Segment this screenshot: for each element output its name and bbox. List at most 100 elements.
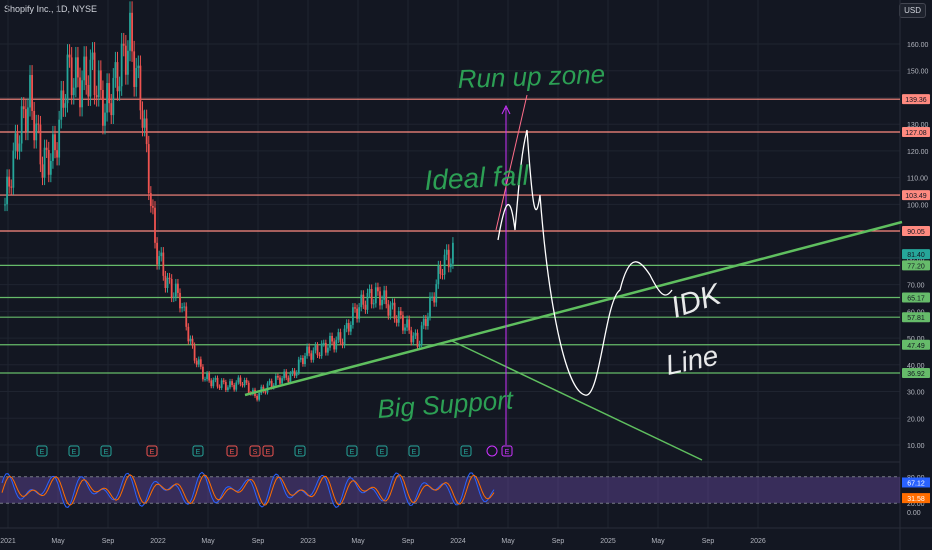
- candle-body: [270, 380, 273, 388]
- candle-body: [72, 87, 75, 96]
- candle-body: [285, 371, 288, 378]
- candle-body: [91, 52, 94, 60]
- candle-body: [220, 380, 223, 388]
- candle-body: [191, 338, 194, 346]
- y-tick-label: 10.00: [907, 443, 925, 450]
- candle-body: [118, 86, 121, 92]
- candle-body: [281, 378, 283, 384]
- candle-body: [410, 330, 413, 343]
- candle-body: [324, 342, 327, 353]
- candle-body: [70, 57, 73, 96]
- candle-body: [356, 308, 358, 319]
- candle-body: [112, 77, 115, 116]
- x-tick-label: 2026: [750, 538, 766, 545]
- candle-body: [174, 283, 177, 297]
- candle-body: [366, 293, 369, 310]
- candle-body: [106, 83, 108, 113]
- earnings-marker-label: E: [266, 449, 271, 456]
- candle-body: [60, 90, 63, 120]
- candle-body: [77, 57, 79, 78]
- candle-body: [45, 147, 48, 150]
- x-tick-label: Sep: [102, 538, 115, 545]
- candle-body: [364, 304, 367, 310]
- candle-body: [362, 294, 365, 305]
- stoch-k-value: 67.12: [907, 480, 925, 487]
- level-price-label: 103.49: [905, 193, 927, 200]
- candle-body: [37, 123, 40, 125]
- candle-body: [210, 380, 213, 387]
- candle-body: [81, 80, 83, 108]
- candle-body: [139, 65, 142, 111]
- candle-body: [218, 386, 221, 388]
- y-tick-label: 150.00: [907, 69, 929, 76]
- candle-body: [56, 150, 58, 158]
- candle-body: [41, 164, 44, 178]
- candle-body: [335, 339, 338, 350]
- earnings-marker-label: E: [196, 449, 201, 456]
- candle-body: [99, 70, 102, 90]
- price-chart[interactable]: 10.0020.0030.0040.0050.0060.0070.0080.00…: [0, 0, 932, 550]
- candle-body: [283, 371, 286, 379]
- candle-body: [393, 302, 396, 319]
- x-tick-label: Sep: [552, 538, 565, 545]
- level-price-label: 47.49: [907, 343, 925, 350]
- x-tick-label: 2022: [150, 538, 166, 545]
- candle-body: [297, 359, 300, 373]
- candle-body: [197, 359, 200, 365]
- candle-body: [449, 263, 452, 268]
- candle-body: [406, 319, 408, 328]
- candle-body: [308, 346, 311, 354]
- level-price-label: 65.17: [907, 296, 925, 303]
- candle-body: [245, 380, 248, 383]
- candle-body: [420, 325, 423, 344]
- candle-body: [279, 377, 281, 384]
- y-tick-label: 30.00: [907, 390, 925, 397]
- candle-body: [154, 207, 156, 243]
- candle-body: [108, 83, 111, 104]
- candle-body: [12, 150, 15, 188]
- candle-body: [316, 345, 319, 356]
- candle-body: [418, 343, 421, 347]
- candle-body: [268, 380, 271, 384]
- candle-body: [399, 311, 402, 316]
- candle-body: [310, 353, 313, 360]
- candle-body: [141, 110, 144, 128]
- candle-body: [241, 384, 244, 386]
- support-trendline: [244, 220, 903, 397]
- candle-body: [185, 306, 188, 327]
- earnings-marker-label: E: [72, 449, 77, 456]
- candle-body: [145, 118, 148, 145]
- candle-body: [277, 376, 279, 378]
- candle-body: [193, 345, 196, 361]
- candle-body: [341, 341, 344, 346]
- candle-body: [439, 265, 442, 274]
- candle-body: [435, 284, 438, 303]
- earnings-marker-label: E: [150, 449, 155, 456]
- candle-body: [66, 54, 69, 104]
- candle-body: [54, 134, 56, 151]
- candle-body: [404, 327, 406, 331]
- candle-body: [264, 391, 267, 393]
- candle-body: [187, 326, 190, 342]
- candle-body: [4, 204, 6, 206]
- candle-body: [35, 123, 38, 141]
- candle-body: [39, 124, 42, 165]
- candle-body: [116, 62, 119, 92]
- candle-body: [443, 254, 446, 275]
- handwritten-note: Ideal fall: [424, 160, 531, 196]
- candle-body: [110, 103, 113, 116]
- last-price-label: 81.40: [907, 252, 925, 259]
- x-tick-label: 2021: [0, 538, 16, 545]
- level-price-label: 36.92: [907, 371, 925, 378]
- candle-body: [422, 318, 425, 326]
- candle-body: [289, 373, 292, 382]
- candle-body: [181, 307, 183, 309]
- candle-body: [452, 242, 454, 264]
- level-price-label: 127.08: [905, 130, 927, 137]
- candle-body: [291, 370, 294, 374]
- candle-body: [433, 296, 436, 303]
- candle-body: [62, 90, 65, 108]
- level-price-label: 77.20: [907, 263, 925, 270]
- candle-body: [379, 291, 381, 306]
- candle-body: [445, 249, 448, 255]
